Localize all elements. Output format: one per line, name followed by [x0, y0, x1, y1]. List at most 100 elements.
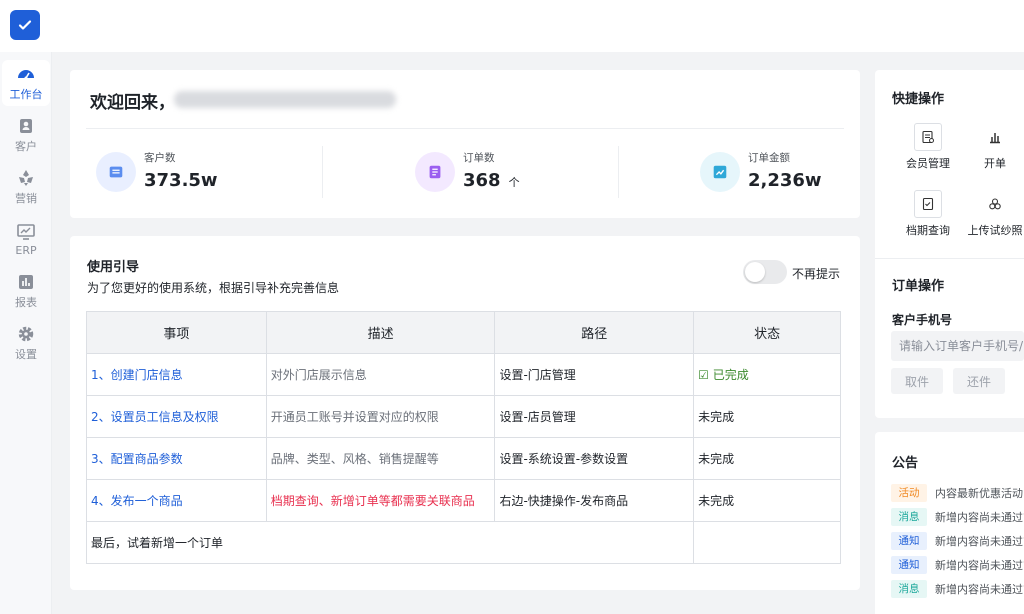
- guide-subtitle: 为了您更好的使用系统，根据引导补充完善信息: [87, 281, 340, 295]
- notice-text: 新增内容尚未通过审: [935, 511, 1024, 524]
- quick-label: 档期查询: [906, 224, 950, 237]
- report-icon: [19, 275, 33, 289]
- notice-tag-message: 消息: [891, 580, 927, 598]
- stat-separator: [322, 146, 323, 198]
- quick-schedule-query[interactable]: 档期查询: [896, 190, 960, 250]
- order-ops-title: 订单操作: [892, 279, 945, 294]
- notice-title: 公告: [892, 456, 919, 471]
- member-card-icon: [914, 123, 942, 151]
- quick-label: 开单: [984, 157, 1006, 170]
- notice-text: 新增内容尚未通过审: [935, 535, 1024, 548]
- nav-item-marketing[interactable]: 营销: [2, 164, 50, 210]
- divider: [875, 258, 1024, 259]
- stat-orders: 订单数 368 个: [415, 146, 595, 202]
- top-bar: [0, 0, 1024, 52]
- quick-member-management[interactable]: 会员管理: [896, 123, 960, 183]
- status-completed: ☑ 已完成: [693, 353, 841, 396]
- notice-tag-message: 消息: [891, 508, 927, 526]
- toggle-label: 不再提示: [792, 267, 841, 281]
- table-row: 4、发布一个商品 档期查询、新增订单等都需要关联商品 右边-快捷操作-发布商品 …: [86, 479, 841, 522]
- gear-icon: [18, 326, 34, 342]
- notice-item[interactable]: 活动 内容最新优惠活动: [891, 484, 1023, 502]
- notice-item[interactable]: 通知新增内容尚未通过审: [891, 532, 1024, 550]
- nav-label: 客户: [15, 140, 37, 153]
- guide-item-link[interactable]: 2、设置员工信息及权限: [86, 395, 267, 438]
- status-incomplete: 未完成: [693, 437, 841, 480]
- guide-path: 设置-店员管理: [494, 395, 695, 438]
- toggle-knob: [745, 262, 765, 282]
- guide-item-link[interactable]: 4、发布一个商品: [86, 479, 267, 522]
- guide-item-link[interactable]: 3、配置商品参数: [86, 437, 267, 480]
- notice-text: 内容最新优惠活动: [935, 487, 1023, 500]
- customer-phone-input[interactable]: [891, 331, 1024, 361]
- guide-card: 使用引导 为了您更好的使用系统，根据引导补充完善信息 不再提示 事项 描述 路径…: [70, 236, 860, 590]
- notice-text: 新增内容尚未通过审: [935, 559, 1024, 572]
- return-button[interactable]: 还件: [953, 368, 1005, 394]
- nav-label: 工作台: [9, 88, 43, 101]
- quick-upload-photo[interactable]: 上传试纱照: [963, 190, 1024, 250]
- bar-chart-icon: [981, 123, 1009, 151]
- notice-item[interactable]: 消息新增内容尚未通过审: [891, 580, 1024, 598]
- guide-item-link[interactable]: 1、创建门店信息: [86, 353, 267, 396]
- stat-value: 368 个: [463, 170, 520, 191]
- notice-tag-notification: 通知: [891, 532, 927, 550]
- guide-desc: 品牌、类型、风格、销售提醒等: [265, 437, 496, 480]
- nav-item-dashboard[interactable]: 工作台: [2, 60, 50, 106]
- marketing-icon: [19, 170, 33, 186]
- guide-table: 事项 描述 路径 状态 1、创建门店信息 对外门店展示信息 设置-门店管理 ☑ …: [85, 311, 841, 564]
- erp-icon: [17, 223, 35, 240]
- stat-label: 订单金额: [748, 152, 790, 164]
- empty-cell: [693, 521, 841, 564]
- guide-path: 设置-系统设置-参数设置: [494, 437, 695, 480]
- column-header: 事项: [86, 311, 267, 354]
- blurred-user-name: [174, 91, 396, 108]
- nav-item-customer[interactable]: 客户: [2, 112, 50, 158]
- notice-text: 新增内容尚未通过审: [935, 583, 1024, 596]
- notice-item[interactable]: 通知新增内容尚未通过审: [891, 556, 1024, 574]
- guide-title: 使用引导: [87, 260, 140, 275]
- table-row: 3、配置商品参数 品牌、类型、风格、销售提醒等 设置-系统设置-参数设置 未完成: [86, 437, 841, 480]
- guide-desc: 开通员工账号并设置对应的权限: [265, 395, 496, 438]
- stat-label: 订单数: [463, 152, 495, 164]
- notice-item[interactable]: 消息新增内容尚未通过审: [891, 508, 1024, 526]
- guide-desc-warning: 档期查询、新增订单等都需要关联商品: [265, 479, 496, 522]
- notice-tag-activity: 活动: [891, 484, 927, 502]
- notice-tag-notification: 通知: [891, 556, 927, 574]
- quick-create-order[interactable]: 开单: [963, 123, 1024, 183]
- quick-label: 会员管理: [906, 157, 950, 170]
- stat-label: 客户数: [144, 152, 176, 164]
- app-logo[interactable]: [10, 10, 40, 40]
- customers-stat-icon: [96, 152, 136, 192]
- guide-footer-text: 最后，试着新增一个订单: [85, 521, 695, 564]
- stat-order-amount: 订单金额 2,236w: [700, 146, 860, 202]
- take-button[interactable]: 取件: [891, 368, 943, 394]
- upload-photo-icon: [981, 190, 1009, 218]
- notice-card: 公告 活动内容最新优惠活动 消息新增内容尚未通过审 通知新增内容尚未通过审 通知…: [875, 432, 1024, 614]
- column-header: 状态: [693, 311, 841, 354]
- sidebar: 工作台 客户 营销 ERP 报表 设置: [0, 52, 52, 614]
- guide-desc: 对外门店展示信息: [265, 353, 496, 396]
- welcome-title: 欢迎回来，: [90, 93, 175, 113]
- stat-customers: 客户数 373.5w: [96, 146, 276, 202]
- quick-ops-title: 快捷操作: [892, 92, 945, 107]
- nav-item-settings[interactable]: 设置: [2, 320, 50, 366]
- nav-item-report[interactable]: 报表: [2, 268, 50, 314]
- nav-label: 设置: [15, 348, 37, 361]
- nav-item-erp[interactable]: ERP: [2, 216, 50, 262]
- amount-stat-icon: [700, 152, 740, 192]
- right-panel: 快捷操作 会员管理 开单 档期查询 上传试纱照 订单操作 客户手机号 取件 还件: [875, 70, 1024, 418]
- nav-label: 报表: [15, 296, 37, 309]
- phone-field-label: 客户手机号: [892, 313, 953, 327]
- column-header: 描述: [265, 311, 496, 354]
- guide-path: 右边-快捷操作-发布商品: [494, 479, 695, 522]
- customer-icon: [20, 119, 32, 133]
- schedule-icon: [914, 190, 942, 218]
- stat-separator: [618, 146, 619, 198]
- table-row: 最后，试着新增一个订单: [85, 521, 841, 564]
- table-row: 1、创建门店信息 对外门店展示信息 设置-门店管理 ☑ 已完成: [86, 353, 841, 396]
- status-incomplete: 未完成: [693, 395, 841, 438]
- divider: [86, 128, 844, 129]
- dont-show-again-toggle[interactable]: [743, 260, 787, 284]
- nav-label: ERP: [15, 243, 37, 257]
- table-row: 2、设置员工信息及权限 开通员工账号并设置对应的权限 设置-店员管理 未完成: [86, 395, 841, 438]
